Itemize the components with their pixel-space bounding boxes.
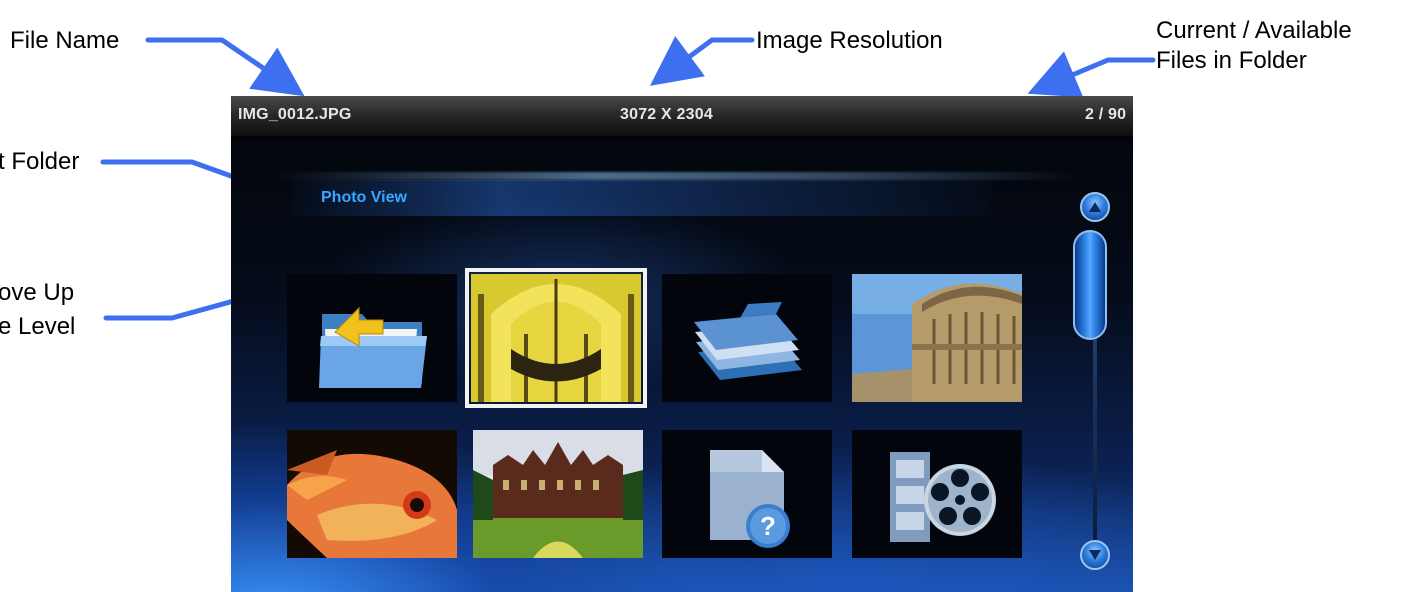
status-bar: IMG_0012.JPG 3072 X 2304 2 / 90	[231, 96, 1133, 137]
file-counter-label: 2 / 90	[1085, 106, 1127, 123]
red-fish-photo[interactable]	[287, 430, 457, 558]
callout-image-resolution: Image Resolution	[756, 27, 943, 54]
castle-image	[473, 430, 643, 558]
stacked-folder-icon	[694, 302, 802, 380]
folder-up-icon	[319, 306, 427, 388]
scrollbar-thumb[interactable]	[1073, 230, 1107, 340]
unknown-file-icon: ?	[710, 450, 790, 548]
film-reel-icon	[890, 452, 996, 542]
cathedral-interior-image	[471, 274, 641, 402]
callout-files-in-folder-line1: Current / Available	[1156, 17, 1352, 44]
files-in-folder-arrow	[1027, 51, 1156, 98]
unknown-file-tile[interactable]: ?	[662, 430, 832, 558]
red-fish-image	[287, 430, 457, 558]
svg-text:?: ?	[760, 511, 776, 541]
image-resolution-arrow	[649, 36, 755, 86]
callout-move-up-line2: e Level	[0, 313, 76, 340]
callout-move-up-line1: ove Up	[0, 279, 75, 306]
header-sheen	[271, 172, 1081, 180]
scroll-down-button[interactable]	[1080, 540, 1110, 570]
resolution-label: 3072 X 2304	[620, 106, 713, 123]
video-file-tile[interactable]	[852, 430, 1022, 558]
scroll-up-button[interactable]	[1080, 192, 1110, 222]
castle-photo[interactable]	[473, 430, 643, 558]
callout-file-name: File Name	[10, 27, 120, 54]
file-name-label: IMG_0012.JPG	[238, 106, 352, 123]
cathedral-interior-photo[interactable]	[465, 268, 647, 408]
current-folder-title: Photo View	[321, 189, 407, 206]
callout-current-folder: t Folder	[0, 148, 80, 175]
rotunda-building-image	[852, 274, 1022, 402]
folder-up-tile[interactable]	[287, 274, 457, 402]
photo-frame-screen: IMG_0012.JPG 3072 X 2304 2 / 90 Photo Vi…	[231, 96, 1133, 592]
folder-tile[interactable]	[662, 274, 832, 402]
chevron-up-icon	[1089, 202, 1101, 212]
rotunda-building-photo[interactable]	[852, 274, 1022, 402]
chevron-down-icon	[1089, 550, 1101, 560]
callout-files-in-folder-line2: Files in Folder	[1156, 47, 1307, 74]
file-name-arrow	[145, 37, 305, 97]
